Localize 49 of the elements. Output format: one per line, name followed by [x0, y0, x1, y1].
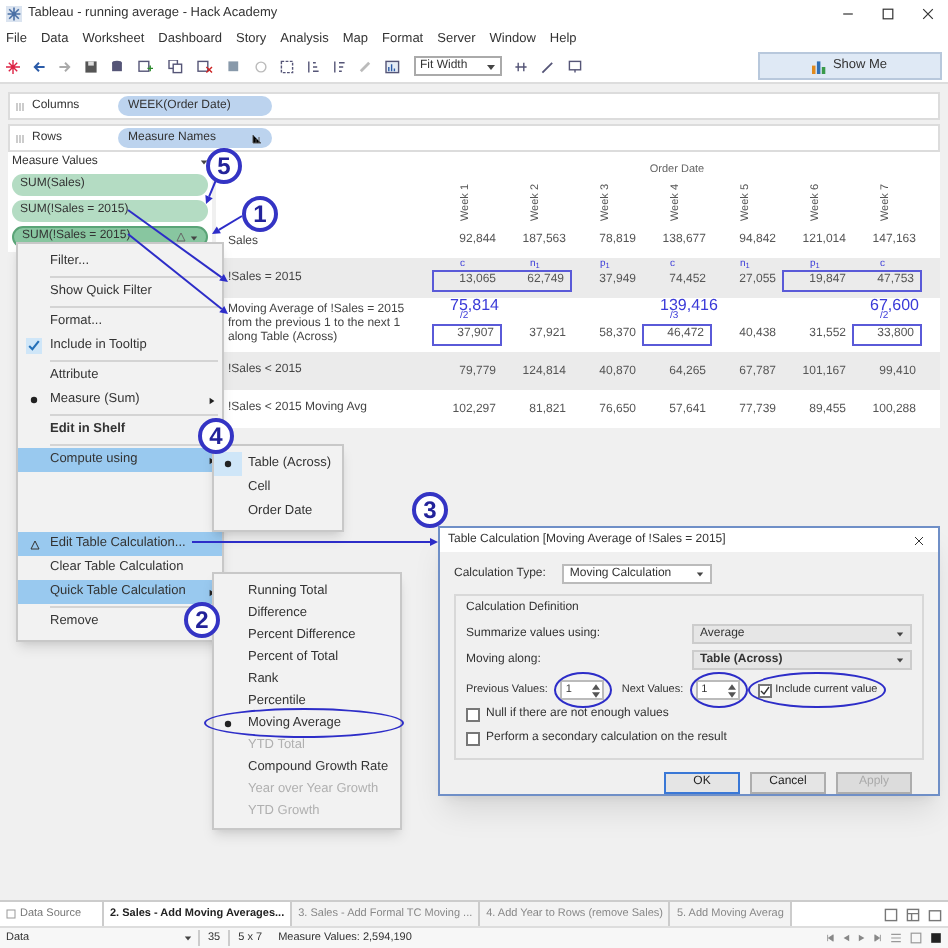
shelf-icon	[16, 133, 26, 143]
back-arrow-icon[interactable]	[32, 59, 46, 73]
presentation-icon[interactable]	[568, 59, 582, 73]
sort-icon	[252, 133, 262, 143]
sort-ascending-icon[interactable]	[306, 59, 320, 73]
previous-page-icon[interactable]	[842, 934, 850, 942]
save-icon[interactable]	[84, 59, 98, 73]
checkbox[interactable]	[466, 708, 480, 722]
clear-sheet-icon[interactable]	[196, 59, 214, 73]
grid-view-icon[interactable]	[890, 932, 902, 944]
next-page-icon[interactable]	[858, 934, 866, 942]
maximize-icon[interactable]	[882, 8, 894, 20]
last-page-icon[interactable]	[874, 934, 882, 942]
minimize-icon[interactable]	[842, 8, 854, 20]
data-source-icon[interactable]	[110, 59, 124, 73]
close-icon[interactable]	[914, 535, 924, 545]
app-logo-icon	[6, 6, 22, 22]
new-worksheet-icon[interactable]	[884, 907, 898, 921]
annotation-arrow	[205, 179, 217, 204]
step-number-badge: 3	[412, 492, 448, 528]
caret-down-icon	[896, 630, 904, 638]
sort-descending-icon[interactable]	[332, 59, 346, 73]
check-icon	[759, 685, 770, 695]
caret-down-icon	[695, 570, 704, 578]
shelf-icon	[16, 101, 26, 111]
caret-down-icon	[486, 61, 496, 71]
pen-icon[interactable]	[540, 59, 556, 73]
database-icon	[6, 908, 16, 920]
group-icon[interactable]	[280, 59, 294, 73]
new-sheet-icon[interactable]	[136, 59, 156, 73]
close-icon[interactable]	[922, 8, 934, 20]
warning-icon	[176, 232, 186, 242]
pin-icon[interactable]	[514, 59, 528, 73]
up-down-icon	[727, 683, 736, 697]
checkbox[interactable]	[466, 732, 480, 746]
first-page-icon[interactable]	[826, 934, 834, 942]
checkbox[interactable]	[757, 683, 772, 697]
radio-dot-icon	[224, 460, 232, 468]
highlight-ellipse	[553, 672, 612, 708]
new-story-icon[interactable]	[928, 907, 942, 921]
chart-type-icon[interactable]	[384, 59, 402, 73]
bar-chart-icon	[812, 59, 827, 73]
new-dashboard-icon[interactable]	[906, 907, 920, 921]
filmstrip-view-icon[interactable]	[930, 932, 942, 944]
duplicate-sheet-icon[interactable]	[168, 59, 184, 73]
caret-down-icon	[896, 656, 904, 664]
up-down-icon	[591, 683, 600, 697]
caret-down-icon	[200, 158, 208, 166]
caret-down-icon	[184, 934, 192, 942]
